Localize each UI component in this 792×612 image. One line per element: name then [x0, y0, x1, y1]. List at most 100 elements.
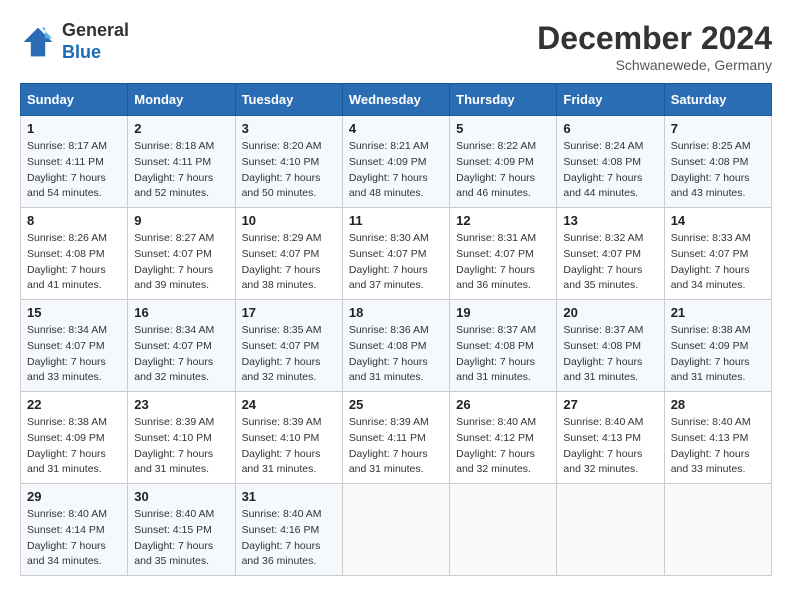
day-info: Sunrise: 8:39 AM Sunset: 4:10 PM Dayligh… — [242, 415, 336, 478]
day-info: Sunrise: 8:38 AM Sunset: 4:09 PM Dayligh… — [671, 323, 765, 386]
logo: General Blue — [20, 20, 129, 63]
day-info: Sunrise: 8:32 AM Sunset: 4:07 PM Dayligh… — [563, 231, 657, 294]
day-number: 31 — [242, 489, 336, 504]
calendar-cell: 23 Sunrise: 8:39 AM Sunset: 4:10 PM Dayl… — [128, 392, 235, 484]
calendar-cell: 18 Sunrise: 8:36 AM Sunset: 4:08 PM Dayl… — [342, 300, 449, 392]
day-info: Sunrise: 8:37 AM Sunset: 4:08 PM Dayligh… — [456, 323, 550, 386]
day-number: 24 — [242, 397, 336, 412]
weekday-header-thursday: Thursday — [450, 84, 557, 116]
day-number: 13 — [563, 213, 657, 228]
day-info: Sunrise: 8:22 AM Sunset: 4:09 PM Dayligh… — [456, 139, 550, 202]
calendar-cell: 7 Sunrise: 8:25 AM Sunset: 4:08 PM Dayli… — [664, 116, 771, 208]
day-number: 26 — [456, 397, 550, 412]
calendar-cell: 10 Sunrise: 8:29 AM Sunset: 4:07 PM Dayl… — [235, 208, 342, 300]
calendar-cell: 30 Sunrise: 8:40 AM Sunset: 4:15 PM Dayl… — [128, 484, 235, 576]
calendar-cell: 19 Sunrise: 8:37 AM Sunset: 4:08 PM Dayl… — [450, 300, 557, 392]
page-header: General Blue December 2024 Schwanewede, … — [20, 20, 772, 73]
calendar-cell: 1 Sunrise: 8:17 AM Sunset: 4:11 PM Dayli… — [21, 116, 128, 208]
day-info: Sunrise: 8:39 AM Sunset: 4:10 PM Dayligh… — [134, 415, 228, 478]
calendar-cell: 24 Sunrise: 8:39 AM Sunset: 4:10 PM Dayl… — [235, 392, 342, 484]
calendar-cell: 14 Sunrise: 8:33 AM Sunset: 4:07 PM Dayl… — [664, 208, 771, 300]
calendar-cell: 4 Sunrise: 8:21 AM Sunset: 4:09 PM Dayli… — [342, 116, 449, 208]
day-info: Sunrise: 8:25 AM Sunset: 4:08 PM Dayligh… — [671, 139, 765, 202]
calendar-cell: 22 Sunrise: 8:38 AM Sunset: 4:09 PM Dayl… — [21, 392, 128, 484]
day-number: 23 — [134, 397, 228, 412]
calendar-cell: 29 Sunrise: 8:40 AM Sunset: 4:14 PM Dayl… — [21, 484, 128, 576]
day-info: Sunrise: 8:31 AM Sunset: 4:07 PM Dayligh… — [456, 231, 550, 294]
day-info: Sunrise: 8:29 AM Sunset: 4:07 PM Dayligh… — [242, 231, 336, 294]
logo-text-blue: Blue — [62, 42, 101, 62]
day-info: Sunrise: 8:35 AM Sunset: 4:07 PM Dayligh… — [242, 323, 336, 386]
day-number: 1 — [27, 121, 121, 136]
calendar-cell: 13 Sunrise: 8:32 AM Sunset: 4:07 PM Dayl… — [557, 208, 664, 300]
location: Schwanewede, Germany — [537, 57, 772, 73]
day-info: Sunrise: 8:40 AM Sunset: 4:14 PM Dayligh… — [27, 507, 121, 570]
calendar-cell: 6 Sunrise: 8:24 AM Sunset: 4:08 PM Dayli… — [557, 116, 664, 208]
day-info: Sunrise: 8:36 AM Sunset: 4:08 PM Dayligh… — [349, 323, 443, 386]
day-number: 25 — [349, 397, 443, 412]
calendar-cell — [557, 484, 664, 576]
day-number: 2 — [134, 121, 228, 136]
day-info: Sunrise: 8:40 AM Sunset: 4:12 PM Dayligh… — [456, 415, 550, 478]
day-number: 4 — [349, 121, 443, 136]
day-number: 12 — [456, 213, 550, 228]
day-number: 15 — [27, 305, 121, 320]
month-title: December 2024 — [537, 20, 772, 57]
day-info: Sunrise: 8:21 AM Sunset: 4:09 PM Dayligh… — [349, 139, 443, 202]
week-row-1: 1 Sunrise: 8:17 AM Sunset: 4:11 PM Dayli… — [21, 116, 772, 208]
day-info: Sunrise: 8:20 AM Sunset: 4:10 PM Dayligh… — [242, 139, 336, 202]
day-info: Sunrise: 8:40 AM Sunset: 4:13 PM Dayligh… — [671, 415, 765, 478]
calendar-cell: 17 Sunrise: 8:35 AM Sunset: 4:07 PM Dayl… — [235, 300, 342, 392]
week-row-5: 29 Sunrise: 8:40 AM Sunset: 4:14 PM Dayl… — [21, 484, 772, 576]
day-info: Sunrise: 8:34 AM Sunset: 4:07 PM Dayligh… — [134, 323, 228, 386]
day-info: Sunrise: 8:38 AM Sunset: 4:09 PM Dayligh… — [27, 415, 121, 478]
day-number: 11 — [349, 213, 443, 228]
weekday-header-saturday: Saturday — [664, 84, 771, 116]
calendar-cell: 9 Sunrise: 8:27 AM Sunset: 4:07 PM Dayli… — [128, 208, 235, 300]
day-number: 7 — [671, 121, 765, 136]
day-info: Sunrise: 8:24 AM Sunset: 4:08 PM Dayligh… — [563, 139, 657, 202]
day-info: Sunrise: 8:37 AM Sunset: 4:08 PM Dayligh… — [563, 323, 657, 386]
calendar-cell: 15 Sunrise: 8:34 AM Sunset: 4:07 PM Dayl… — [21, 300, 128, 392]
calendar-cell: 31 Sunrise: 8:40 AM Sunset: 4:16 PM Dayl… — [235, 484, 342, 576]
day-info: Sunrise: 8:26 AM Sunset: 4:08 PM Dayligh… — [27, 231, 121, 294]
logo-text-general: General — [62, 20, 129, 40]
day-info: Sunrise: 8:34 AM Sunset: 4:07 PM Dayligh… — [27, 323, 121, 386]
logo-icon — [20, 24, 56, 60]
calendar-cell: 25 Sunrise: 8:39 AM Sunset: 4:11 PM Dayl… — [342, 392, 449, 484]
day-info: Sunrise: 8:30 AM Sunset: 4:07 PM Dayligh… — [349, 231, 443, 294]
week-row-2: 8 Sunrise: 8:26 AM Sunset: 4:08 PM Dayli… — [21, 208, 772, 300]
calendar-cell: 28 Sunrise: 8:40 AM Sunset: 4:13 PM Dayl… — [664, 392, 771, 484]
calendar-body: 1 Sunrise: 8:17 AM Sunset: 4:11 PM Dayli… — [21, 116, 772, 576]
day-number: 27 — [563, 397, 657, 412]
calendar-cell: 12 Sunrise: 8:31 AM Sunset: 4:07 PM Dayl… — [450, 208, 557, 300]
weekday-header-row: SundayMondayTuesdayWednesdayThursdayFrid… — [21, 84, 772, 116]
calendar-cell: 20 Sunrise: 8:37 AM Sunset: 4:08 PM Dayl… — [557, 300, 664, 392]
day-info: Sunrise: 8:27 AM Sunset: 4:07 PM Dayligh… — [134, 231, 228, 294]
day-number: 18 — [349, 305, 443, 320]
day-info: Sunrise: 8:40 AM Sunset: 4:15 PM Dayligh… — [134, 507, 228, 570]
day-info: Sunrise: 8:39 AM Sunset: 4:11 PM Dayligh… — [349, 415, 443, 478]
day-number: 28 — [671, 397, 765, 412]
day-info: Sunrise: 8:33 AM Sunset: 4:07 PM Dayligh… — [671, 231, 765, 294]
day-number: 9 — [134, 213, 228, 228]
day-number: 6 — [563, 121, 657, 136]
day-info: Sunrise: 8:40 AM Sunset: 4:16 PM Dayligh… — [242, 507, 336, 570]
day-number: 14 — [671, 213, 765, 228]
calendar-cell: 26 Sunrise: 8:40 AM Sunset: 4:12 PM Dayl… — [450, 392, 557, 484]
day-info: Sunrise: 8:17 AM Sunset: 4:11 PM Dayligh… — [27, 139, 121, 202]
day-info: Sunrise: 8:18 AM Sunset: 4:11 PM Dayligh… — [134, 139, 228, 202]
weekday-header-sunday: Sunday — [21, 84, 128, 116]
calendar-cell — [664, 484, 771, 576]
week-row-3: 15 Sunrise: 8:34 AM Sunset: 4:07 PM Dayl… — [21, 300, 772, 392]
day-number: 3 — [242, 121, 336, 136]
day-number: 5 — [456, 121, 550, 136]
calendar-cell: 21 Sunrise: 8:38 AM Sunset: 4:09 PM Dayl… — [664, 300, 771, 392]
calendar-cell: 11 Sunrise: 8:30 AM Sunset: 4:07 PM Dayl… — [342, 208, 449, 300]
day-number: 21 — [671, 305, 765, 320]
day-number: 22 — [27, 397, 121, 412]
calendar-cell: 2 Sunrise: 8:18 AM Sunset: 4:11 PM Dayli… — [128, 116, 235, 208]
week-row-4: 22 Sunrise: 8:38 AM Sunset: 4:09 PM Dayl… — [21, 392, 772, 484]
day-number: 17 — [242, 305, 336, 320]
day-number: 19 — [456, 305, 550, 320]
